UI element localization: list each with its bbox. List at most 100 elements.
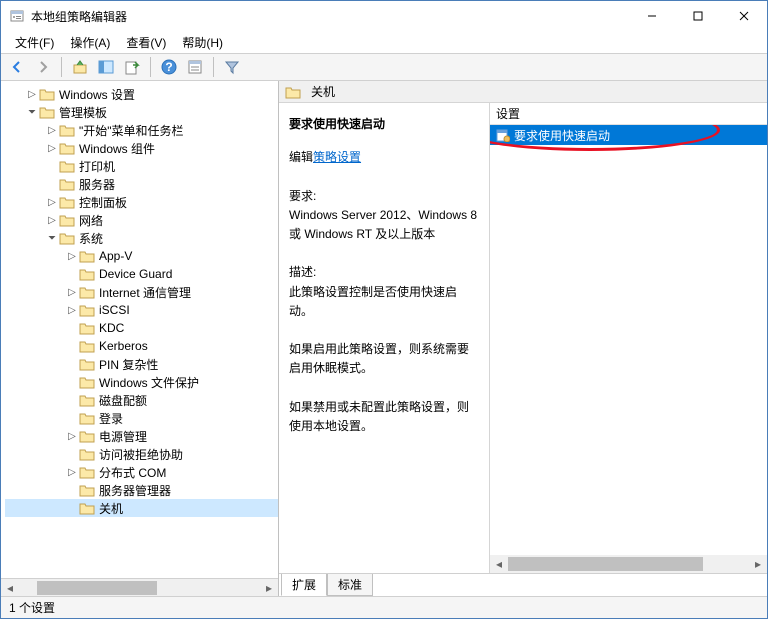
expander-icon[interactable]: ▷ (65, 429, 79, 443)
help-button[interactable]: ? (157, 55, 181, 79)
folder-icon (59, 159, 75, 173)
tree-label: 服务器 (79, 176, 115, 193)
tree-label: Windows 组件 (79, 140, 155, 157)
menu-help[interactable]: 帮助(H) (174, 32, 231, 53)
tree-label: 系统 (79, 230, 103, 247)
tree-node-wfp[interactable]: Windows 文件保护 (5, 373, 278, 391)
window-title: 本地组策略编辑器 (31, 8, 629, 25)
menu-file[interactable]: 文件(F) (7, 32, 62, 53)
window-root: 本地组策略编辑器 文件(F) 操作(A) 查看(V) 帮助(H) ? ▷ Wind… (0, 0, 768, 619)
tree-node-power[interactable]: ▷ 电源管理 (5, 427, 278, 445)
tree-label: 登录 (99, 410, 123, 427)
filter-button[interactable] (220, 55, 244, 79)
tree-label: Windows 文件保护 (99, 374, 199, 391)
forward-button[interactable] (31, 55, 55, 79)
tree-node-network[interactable]: ▷ 网络 (5, 211, 278, 229)
tree-label: 电源管理 (99, 428, 147, 445)
scrollbar-thumb[interactable] (508, 557, 703, 571)
tree-node-login[interactable]: 登录 (5, 409, 278, 427)
tree-node-appv[interactable]: ▷App-V (5, 247, 278, 265)
toolbar-sep-2 (150, 57, 151, 77)
expander-icon[interactable]: ⏷ (25, 105, 39, 119)
close-button[interactable] (721, 1, 767, 31)
tree-node-access-denied[interactable]: 访问被拒绝协助 (5, 445, 278, 463)
show-hide-tree-button[interactable] (94, 55, 118, 79)
folder-icon (59, 195, 75, 209)
description-column: 要求使用快速启动 编辑策略设置 要求: Windows Server 2012、… (279, 103, 489, 573)
tree-node-control-panel[interactable]: ▷控制面板 (5, 193, 278, 211)
tree[interactable]: ▷ Windows 设置 ⏷管理模板 ▷"开始"菜单和任务栏 ▷ Windows 组… (1, 81, 278, 578)
tab-extended[interactable]: 扩展 (281, 574, 327, 596)
tree-pane: ▷ Windows 设置 ⏷管理模板 ▷"开始"菜单和任务栏 ▷ Windows 组… (1, 81, 279, 596)
folder-icon (79, 303, 95, 317)
tree-node-kdc[interactable]: KDC (5, 319, 278, 337)
folder-icon (79, 483, 95, 497)
tree-node-pin[interactable]: PIN 复杂性 (5, 355, 278, 373)
expander-icon[interactable]: ⏷ (45, 231, 59, 245)
tree-node-disk-quota[interactable]: 磁盘配额 (5, 391, 278, 409)
tree-node-windows-components[interactable]: ▷ Windows 组件 (5, 139, 278, 157)
tree-node-kerberos[interactable]: Kerberos (5, 337, 278, 355)
tree-node-internet-comm[interactable]: ▷ Internet 通信管理 (5, 283, 278, 301)
view-tabs: 扩展 标准 (279, 574, 767, 596)
folder-icon (79, 321, 95, 335)
folder-icon (79, 285, 95, 299)
tree-label: Windows 设置 (59, 86, 135, 103)
folder-icon (79, 339, 95, 353)
tree-node-servers[interactable]: 服务器 (5, 175, 278, 193)
list-horizontal-scrollbar[interactable]: ◂ ▸ (490, 555, 767, 573)
expander-icon[interactable]: ▷ (65, 465, 79, 479)
back-button[interactable] (5, 55, 29, 79)
up-button[interactable] (68, 55, 92, 79)
tree-node-admin-templates[interactable]: ⏷管理模板 (5, 103, 278, 121)
tree-label: KDC (99, 321, 124, 335)
folder-icon (79, 357, 95, 371)
expander-icon[interactable]: ▷ (45, 213, 59, 227)
scroll-right-icon[interactable]: ▸ (749, 555, 767, 573)
scroll-left-icon[interactable]: ◂ (490, 555, 508, 573)
minimize-button[interactable] (629, 1, 675, 31)
scrollbar-thumb[interactable] (37, 581, 157, 595)
tree-node-iscsi[interactable]: ▷iSCSI (5, 301, 278, 319)
tree-node-shutdown[interactable]: 关机 (5, 499, 278, 517)
tree-label: Internet 通信管理 (99, 284, 191, 301)
right-header-title: 关机 (311, 83, 335, 100)
settings-list-column: 设置 要求使用快速启动 ◂ ▸ (489, 103, 767, 573)
settings-column-header[interactable]: 设置 (490, 103, 767, 125)
settings-list-row[interactable]: 要求使用快速启动 (490, 125, 767, 145)
expander-icon[interactable]: ▷ (25, 87, 39, 101)
folder-icon (79, 447, 95, 461)
expander-icon[interactable]: ▷ (45, 195, 59, 209)
tree-node-printers[interactable]: 打印机 (5, 157, 278, 175)
tree-node-dcom[interactable]: ▷ 分布式 COM (5, 463, 278, 481)
edit-policy-link[interactable]: 策略设置 (313, 150, 361, 164)
tree-node-server-manager[interactable]: 服务器管理器 (5, 481, 278, 499)
tree-label: Kerberos (99, 339, 148, 353)
folder-icon (39, 87, 55, 101)
menu-action[interactable]: 操作(A) (62, 32, 118, 53)
requirements-label: 要求: (289, 187, 479, 206)
tree-node-windows-settings[interactable]: ▷ Windows 设置 (5, 85, 278, 103)
expander-icon[interactable]: ▷ (65, 249, 79, 263)
tree-node-start-menu[interactable]: ▷"开始"菜单和任务栏 (5, 121, 278, 139)
tab-standard[interactable]: 标准 (327, 574, 373, 596)
tree-node-system[interactable]: ⏷ 系统 (5, 229, 278, 247)
properties-button[interactable] (183, 55, 207, 79)
expander-icon[interactable]: ▷ (65, 285, 79, 299)
settings-list-item-label: 要求使用快速启动 (514, 127, 610, 144)
tree-node-device-guard[interactable]: Device Guard (5, 265, 278, 283)
expander-icon[interactable]: ▷ (45, 123, 59, 137)
expander-icon[interactable]: ▷ (45, 141, 59, 155)
tree-label: 网络 (79, 212, 103, 229)
menu-view[interactable]: 查看(V) (118, 32, 174, 53)
maximize-button[interactable] (675, 1, 721, 31)
tree-horizontal-scrollbar[interactable]: ◂ ▸ (1, 578, 278, 596)
tree-label: 访问被拒绝协助 (99, 446, 183, 463)
export-button[interactable] (120, 55, 144, 79)
folder-icon (59, 141, 75, 155)
expander-icon[interactable]: ▷ (65, 303, 79, 317)
tree-label: 服务器管理器 (99, 482, 171, 499)
policy-item-icon (496, 128, 510, 142)
right-pane: 关机 要求使用快速启动 编辑策略设置 要求: Windows Server 20… (279, 81, 767, 596)
tree-label: 分布式 COM (99, 464, 166, 481)
